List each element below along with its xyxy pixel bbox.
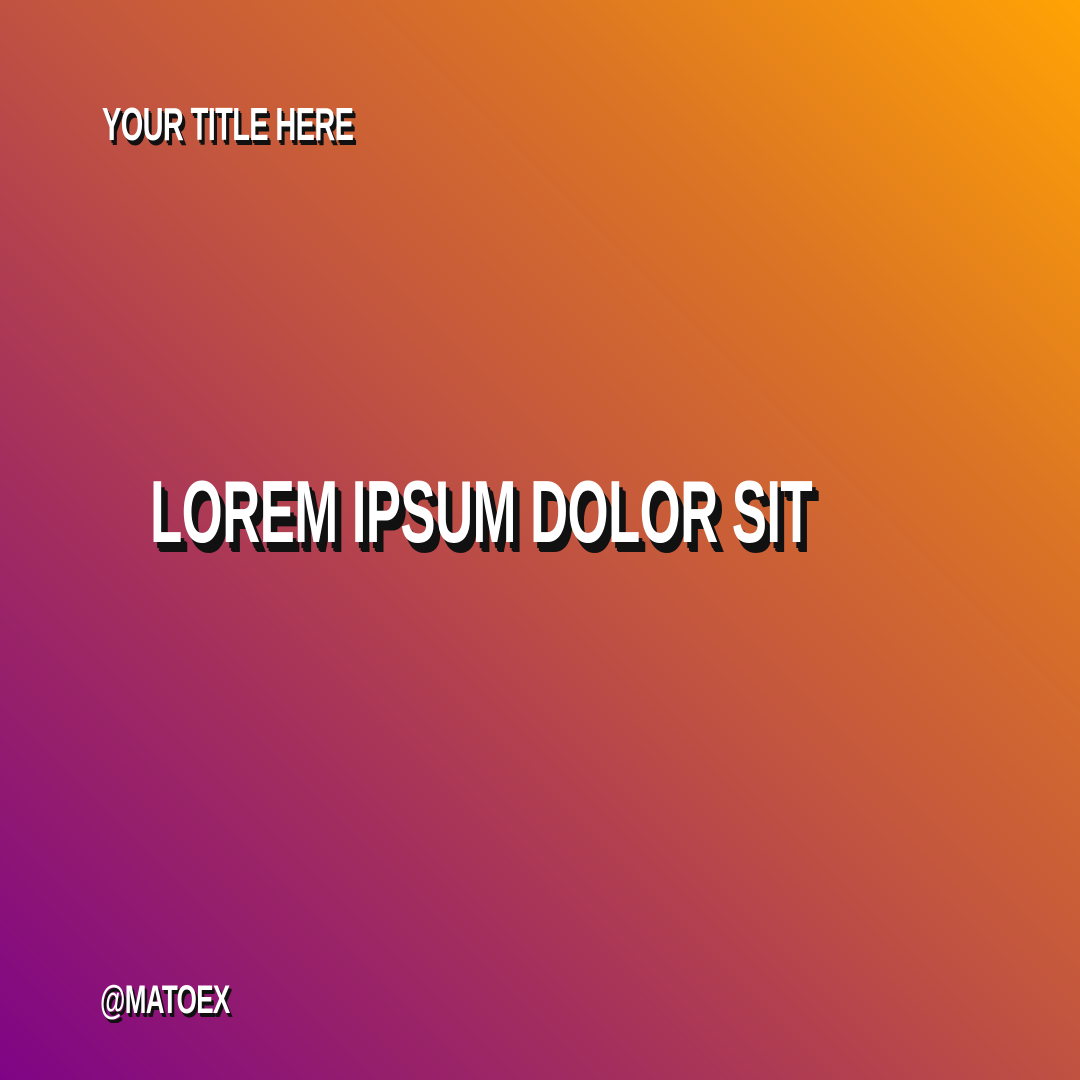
author-handle: @MATOEX [100, 978, 230, 1022]
post-headline: LOREM IPSUM DOLOR SIT [150, 462, 813, 561]
social-post-canvas: YOUR TITLE HERE LOREM IPSUM DOLOR SIT @M… [0, 0, 1080, 1080]
post-title: YOUR TITLE HERE [102, 98, 354, 150]
